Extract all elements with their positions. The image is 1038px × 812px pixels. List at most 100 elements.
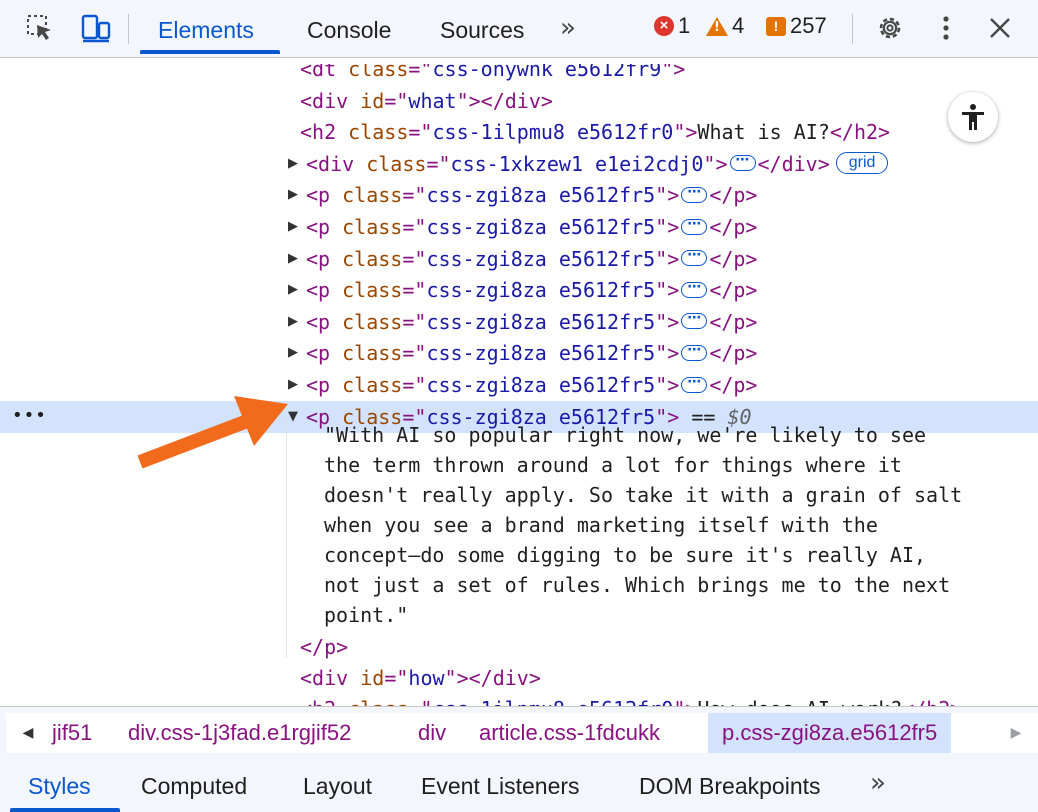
breadcrumb-item[interactable]: div.css-1j3fad.e1rgjif52 bbox=[128, 713, 351, 753]
expand-ellipsis-button[interactable]: ⋯ bbox=[681, 311, 708, 330]
code-token-tag: <p bbox=[306, 183, 343, 208]
code-token-tag: =" bbox=[402, 341, 427, 366]
tab-elements[interactable]: Elements bbox=[158, 14, 254, 46]
expand-ellipsis-button[interactable]: ⋯ bbox=[729, 153, 756, 172]
expand-triangle-icon[interactable]: ▶ bbox=[288, 148, 302, 180]
dom-node[interactable]: ▶ <div class="css-1xkzew1 e1ei2cdj0"> ⋯ </d… bbox=[0, 148, 1038, 180]
code-token-attr: class bbox=[342, 246, 403, 271]
tab-dom-breakpoints[interactable]: DOM Breakpoints bbox=[639, 770, 821, 802]
code-token-tag: </p> bbox=[709, 183, 758, 208]
dom-node[interactable]: <div id="what"></div> bbox=[0, 85, 1038, 117]
code-token-attr: class bbox=[342, 309, 403, 334]
scroll-right-icon[interactable]: ▶ bbox=[994, 713, 1038, 753]
code-token-tag: =" bbox=[402, 373, 427, 397]
dom-node[interactable]: ▶ <p class="css-zgi8za e5612fr5"> ⋯ </p> bbox=[0, 274, 1038, 306]
tab-event-listeners[interactable]: Event Listeners bbox=[421, 770, 580, 802]
code-token-attr: id bbox=[360, 666, 385, 690]
more-tabs-chevron-icon[interactable]: » bbox=[870, 767, 886, 799]
code-token-tag: <p bbox=[306, 278, 343, 303]
dom-node[interactable]: ▶ <p class="css-zgi8za e5612fr5"> ⋯ </p> bbox=[0, 337, 1038, 369]
row-more-dots-icon[interactable]: ••• bbox=[12, 401, 47, 431]
code-token-val: css-zgi8za e5612fr5 bbox=[426, 246, 656, 271]
dom-node[interactable]: <h2 class="css-1ilpmu8 e5612fr0">What is… bbox=[0, 116, 1038, 148]
dom-node[interactable]: ▶ <p class="css-zgi8za e5612fr5"> ⋯ </p> bbox=[0, 211, 1038, 243]
code-token-tag: =" bbox=[402, 183, 427, 208]
tab-computed[interactable]: Computed bbox=[141, 770, 247, 802]
dom-node[interactable]: </p> bbox=[0, 631, 1038, 663]
expand-ellipsis-button[interactable]: ⋯ bbox=[681, 217, 708, 235]
scroll-left-icon[interactable]: ◀ bbox=[6, 713, 50, 753]
dom-node-code: <dt class="css-onywnk e5612fr9"> bbox=[300, 58, 685, 85]
close-icon[interactable] bbox=[984, 12, 1016, 44]
issues-count: 257 bbox=[790, 13, 827, 38]
error-count: 1 bbox=[678, 13, 691, 38]
expand-triangle-icon[interactable]: ▶ bbox=[288, 179, 302, 211]
code-token-tag: "> bbox=[673, 120, 698, 145]
code-token-val: css-1xkzew1 e1ei2cdj0 bbox=[450, 151, 704, 176]
code-token-tag: <div bbox=[300, 666, 361, 690]
sidebar-tabs: Styles Computed Layout Event Listeners D… bbox=[0, 759, 1038, 812]
issues-count-badge[interactable]: ! 257 bbox=[766, 13, 827, 39]
expand-ellipsis-button[interactable]: ⋯ bbox=[681, 248, 708, 267]
code-token-tag: </p> bbox=[709, 215, 758, 239]
code-token-val: css-zgi8za e5612fr5 bbox=[426, 215, 656, 239]
expand-triangle-icon[interactable]: ▶ bbox=[288, 243, 302, 275]
dom-node[interactable]: <h2 class="css-1ilpmu8 e5612fr0">How doe… bbox=[0, 693, 1038, 706]
expand-triangle-icon[interactable]: ▶ bbox=[288, 211, 302, 243]
warning-count-badge[interactable]: 4 bbox=[706, 13, 744, 39]
code-token-tag: <p bbox=[306, 215, 343, 239]
dom-text-node[interactable]: "With AI so popular right now, we're lik… bbox=[324, 420, 1024, 630]
code-token-tag: </p> bbox=[709, 373, 758, 397]
dom-node[interactable]: ▶ <p class="css-zgi8za e5612fr5"> ⋯ </p> bbox=[0, 179, 1038, 211]
dom-node-code: <p class="css-zgi8za e5612fr5"> ⋯ </p> bbox=[306, 274, 757, 306]
more-tabs-chevron-icon[interactable]: » bbox=[560, 12, 576, 44]
accessibility-button[interactable] bbox=[948, 92, 998, 142]
issues-icon: ! bbox=[766, 16, 786, 36]
breadcrumb-item[interactable]: jif51 bbox=[52, 713, 92, 753]
dom-node-code: <div id="what"></div> bbox=[300, 85, 553, 117]
expand-ellipsis-button[interactable]: ⋯ bbox=[681, 375, 708, 393]
code-token-tag: "></div> bbox=[456, 88, 553, 113]
device-toolbar-icon[interactable] bbox=[80, 12, 112, 44]
expand-triangle-icon[interactable]: ▶ bbox=[288, 337, 302, 369]
dom-node-code: <p class="css-zgi8za e5612fr5"> ⋯ </p> bbox=[306, 243, 757, 275]
error-icon: × bbox=[654, 16, 674, 36]
code-token-tag: "> bbox=[655, 373, 680, 397]
inspect-element-icon[interactable] bbox=[24, 12, 56, 44]
code-token-tag: =" bbox=[402, 309, 427, 334]
breadcrumb-item-selected[interactable]: p.css-zgi8za.e5612fr5 bbox=[708, 713, 952, 753]
expand-triangle-icon[interactable]: ▶ bbox=[288, 274, 302, 306]
dom-node[interactable]: <div id="how"></div> bbox=[0, 662, 1038, 694]
dom-node-code: <p class="css-zgi8za e5612fr5"> ⋯ </p> bbox=[306, 306, 757, 338]
code-token-tag: =" bbox=[408, 58, 433, 81]
breadcrumb-item[interactable]: div bbox=[418, 713, 446, 753]
more-vertical-icon[interactable] bbox=[930, 12, 962, 44]
toolbar-separator bbox=[852, 14, 853, 44]
expand-ellipsis-button[interactable]: ⋯ bbox=[681, 280, 708, 298]
code-token-tag: "> bbox=[655, 341, 680, 366]
expand-triangle-icon[interactable]: ▶ bbox=[288, 306, 302, 338]
tab-layout[interactable]: Layout bbox=[303, 770, 372, 802]
breadcrumb-item[interactable]: article.css-1fdcukk bbox=[479, 713, 660, 753]
settings-gear-icon[interactable] bbox=[874, 12, 906, 44]
code-token-val: css-zgi8za e5612fr5 bbox=[426, 373, 656, 397]
code-token-tag: "> bbox=[673, 697, 697, 706]
code-token-tag: =" bbox=[402, 246, 427, 271]
grid-badge[interactable]: grid bbox=[835, 152, 889, 175]
dom-node[interactable]: ▶ <p class="css-zgi8za e5612fr5"> ⋯ </p> bbox=[0, 243, 1038, 275]
warning-icon bbox=[706, 16, 728, 36]
code-token-tag: </p> bbox=[709, 309, 758, 334]
error-count-badge[interactable]: × 1 bbox=[654, 13, 690, 39]
code-token-tag: <h2 bbox=[300, 120, 349, 145]
dom-node[interactable]: ▶ <p class="css-zgi8za e5612fr5"> ⋯ </p> bbox=[0, 306, 1038, 338]
expand-ellipsis-button[interactable]: ⋯ bbox=[681, 185, 708, 203]
tab-console[interactable]: Console bbox=[307, 14, 391, 46]
code-token-attr: class bbox=[342, 183, 403, 208]
tab-sources[interactable]: Sources bbox=[440, 14, 524, 46]
expand-ellipsis-button[interactable]: ⋯ bbox=[681, 343, 708, 361]
dom-node-code: <h2 class="css-1ilpmu8 e5612fr0">What is… bbox=[300, 116, 890, 148]
dom-node[interactable]: <dt class="css-onywnk e5612fr9"> bbox=[0, 58, 1038, 85]
tab-styles[interactable]: Styles bbox=[28, 770, 91, 802]
code-token-tag: </h2> bbox=[902, 697, 962, 706]
code-token-tag: <p bbox=[306, 373, 343, 397]
